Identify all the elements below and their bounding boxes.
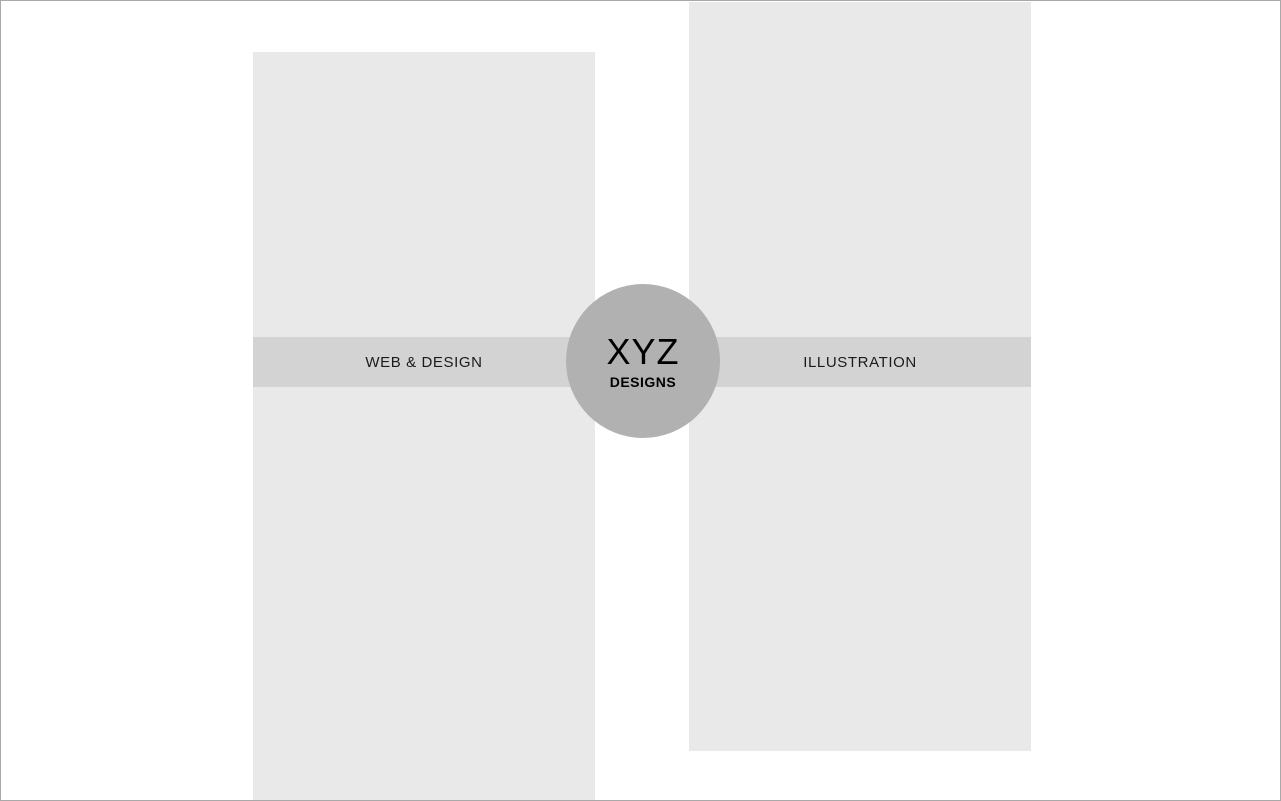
web-design-link[interactable]: WEB & DESIGN [253,337,595,387]
logo-subtitle: DESIGNS [609,374,677,390]
web-design-label: WEB & DESIGN [365,353,483,371]
logo-title: XYZ [606,331,680,372]
illustration-label: ILLUSTRATION [803,353,917,371]
logo-badge[interactable]: XYZ DESIGNS [566,284,720,438]
page-frame: WEB & DESIGN ILLUSTRATION XYZ DESIGNS [0,0,1281,801]
illustration-link[interactable]: ILLUSTRATION [689,337,1031,387]
web-design-panel[interactable] [253,52,595,800]
